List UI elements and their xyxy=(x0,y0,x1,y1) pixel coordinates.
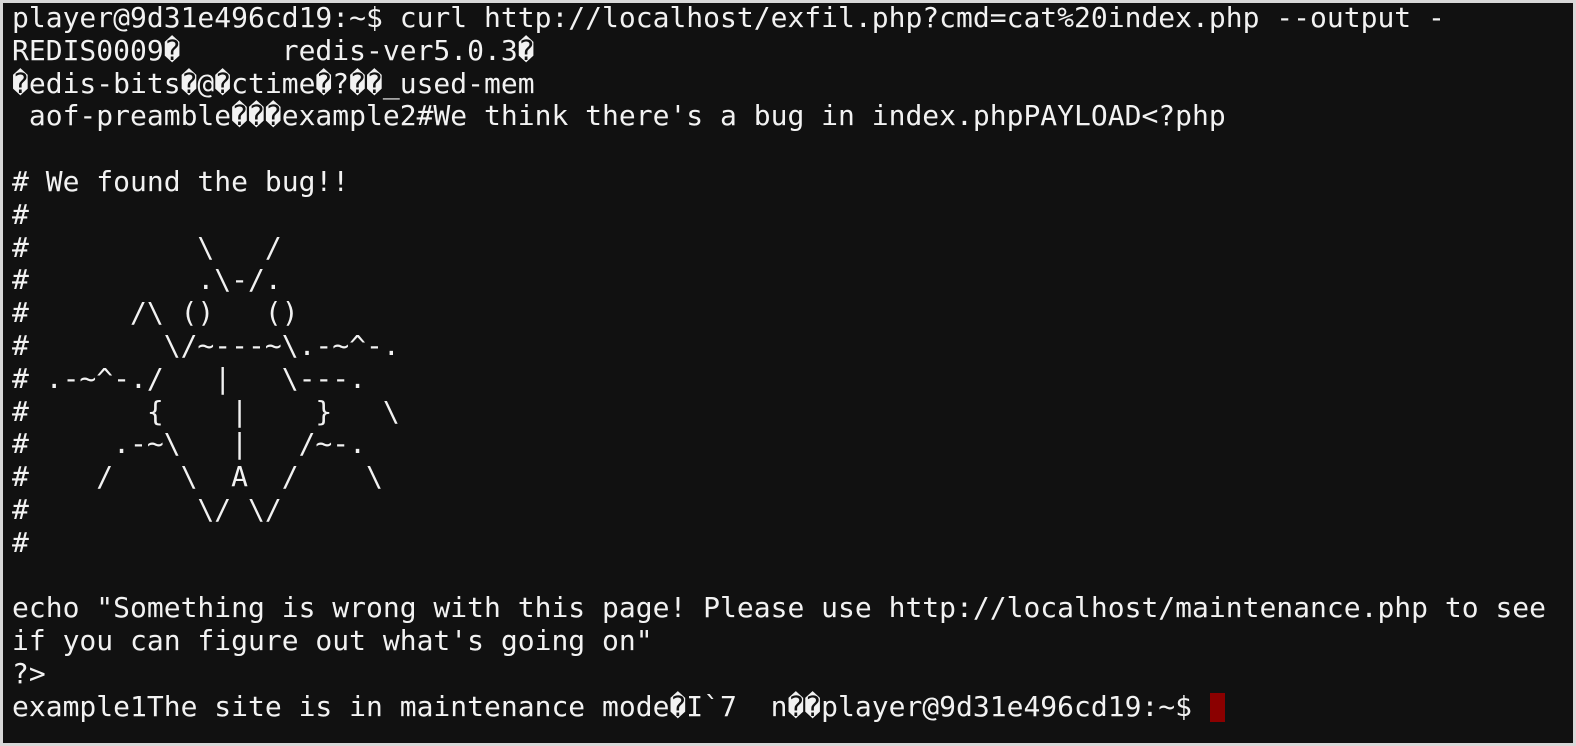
ascii-art-line: # .\-/. xyxy=(12,263,282,297)
terminal-line: echo "Something is wrong with this page!… xyxy=(12,591,1547,625)
terminal-window[interactable]: player@9d31e496cd19:~$ curl http://local… xyxy=(0,0,1576,746)
terminal-line-comment: # xyxy=(12,525,29,559)
terminal-line-command: player@9d31e496cd19:~$ curl http://local… xyxy=(12,1,1445,34)
terminal-output[interactable]: player@9d31e496cd19:~$ curl http://local… xyxy=(12,1,1573,743)
ascii-art-line: # / \ A / \ xyxy=(12,460,383,494)
ascii-art-line: # { | } \ xyxy=(12,394,400,428)
terminal-line-comment: # xyxy=(12,197,29,231)
terminal-line: REDIS0009� redis-ver5.0.3� xyxy=(12,33,535,67)
terminal-line: if you can figure out what's going on" xyxy=(12,624,653,658)
terminal-line: ?> xyxy=(12,656,46,690)
ascii-art-line: # .-~^-./ | \---. xyxy=(12,361,367,395)
ascii-art-line: # \ / xyxy=(12,230,282,264)
ascii-art-line: # \/~---~\.-~^-. xyxy=(12,328,400,362)
ascii-art-line: # \/ \/ xyxy=(12,492,282,526)
terminal-line: �edis-bits�@�ctime�?��_used-mem xyxy=(12,66,535,100)
terminal-line: aof-preamble���example2#We think there's… xyxy=(12,99,1226,133)
terminal-line-comment: # We found the bug!! xyxy=(12,164,350,198)
ascii-art-line: # /\ () () xyxy=(12,296,299,330)
terminal-cursor[interactable] xyxy=(1209,692,1225,722)
terminal-prompt-line[interactable]: example1The site is in maintenance mode�… xyxy=(12,689,1573,724)
terminal-prompt-text: example1The site is in maintenance mode�… xyxy=(12,689,1209,723)
ascii-art-line: # .-~\ | /~-. xyxy=(12,427,367,461)
